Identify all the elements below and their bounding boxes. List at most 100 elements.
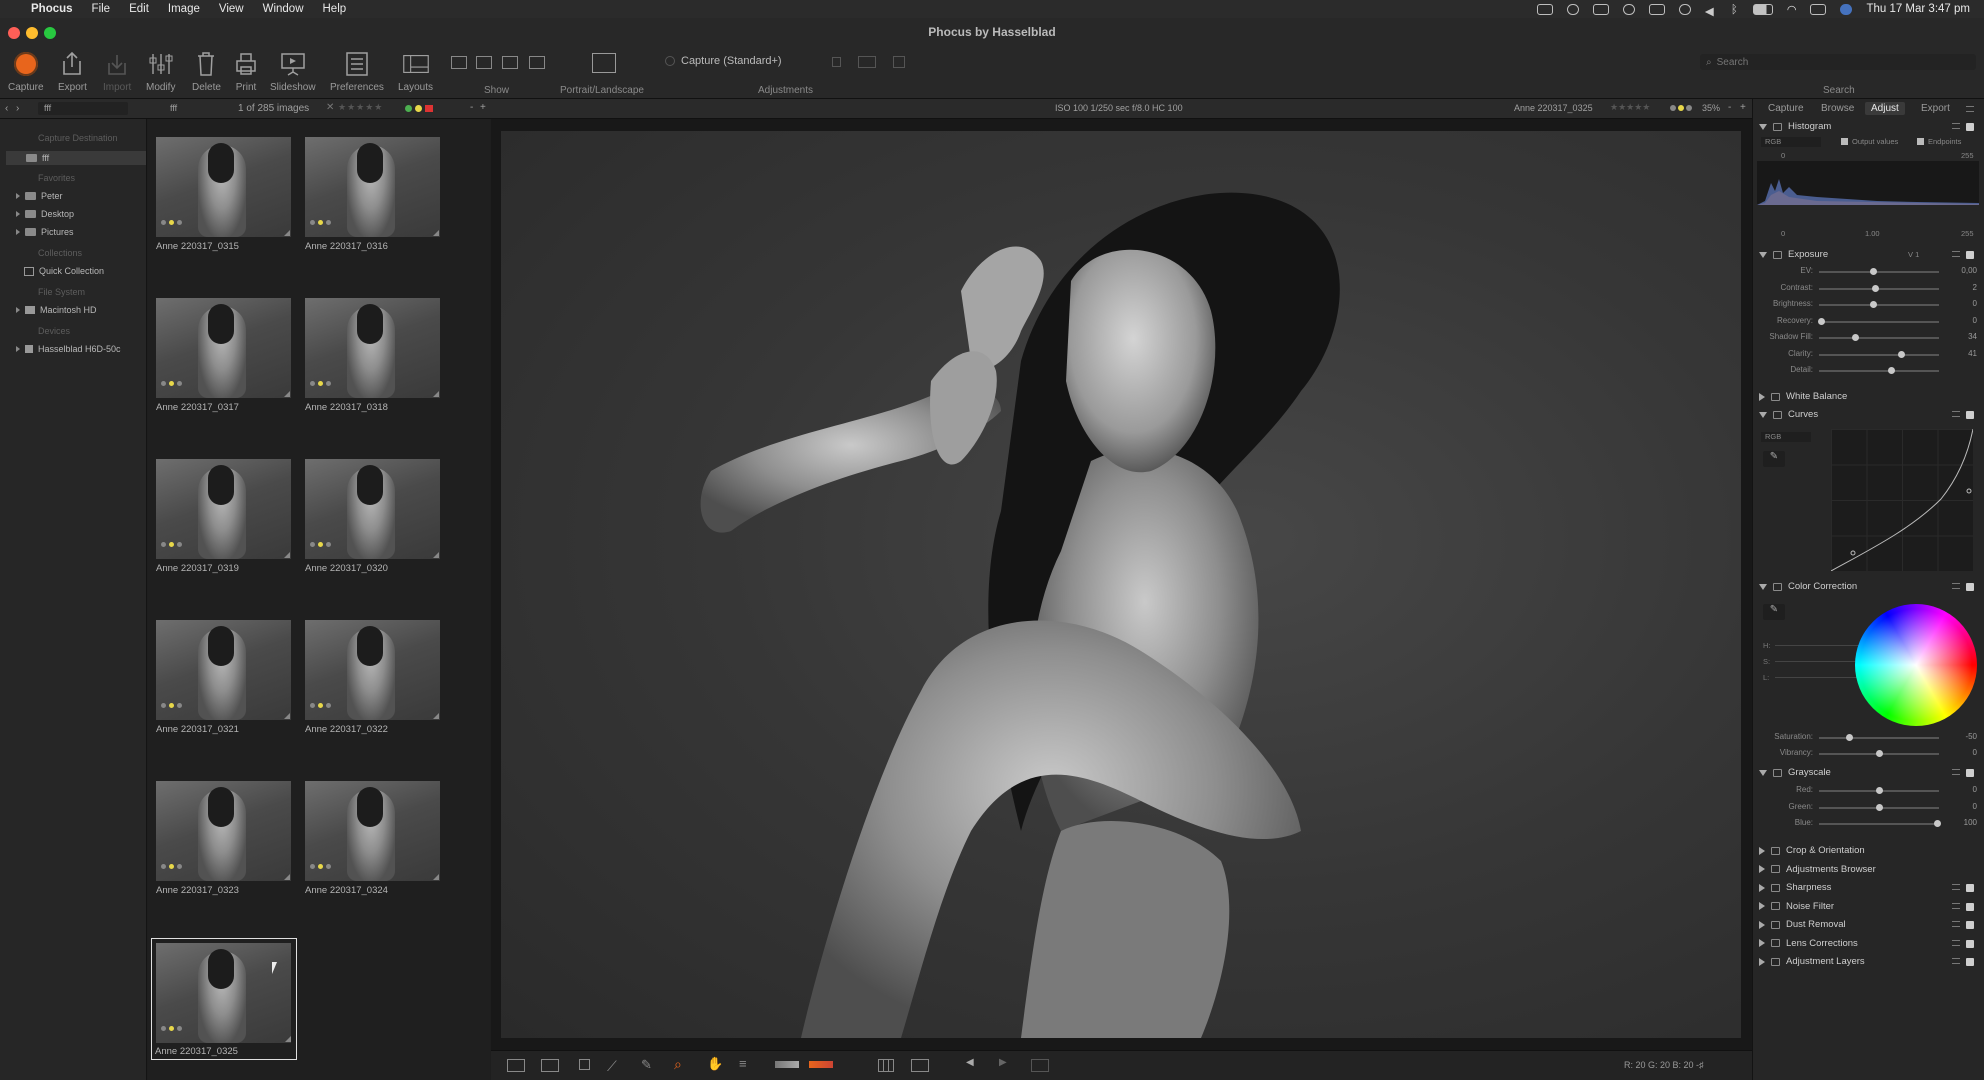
modify-button[interactable]: Modify [146,50,175,93]
calendar-status-icon[interactable] [1592,3,1609,15]
battery-icon[interactable] [1752,3,1773,15]
expand-icon[interactable] [1759,883,1765,892]
collapse-icon[interactable] [1759,769,1767,776]
collapse-icon[interactable] [1759,251,1767,258]
thumbnail[interactable]: Anne 220317_0317 [148,280,296,435]
siri-icon[interactable] [1840,3,1853,15]
section-enable-checkbox[interactable] [1966,769,1974,777]
preset-dropdown[interactable]: Capture (Standard+) [665,53,815,69]
color-wheel[interactable] [1855,604,1977,726]
loupe-tool-icon[interactable]: ⌕ [674,1056,682,1073]
print-button[interactable]: Print [233,50,259,93]
section-header-dust-removal[interactable]: Dust Removal [1759,919,1846,930]
show-view-icon-1[interactable] [451,56,467,69]
disclosure-icon[interactable] [16,346,20,352]
portrait-landscape-icon[interactable] [592,53,616,73]
grid-overlay-icon[interactable] [878,1059,894,1072]
endpoints-checkbox[interactable] [1917,138,1924,145]
volume-icon[interactable]: ◀ [1705,4,1717,18]
expand-icon[interactable] [1759,846,1765,855]
slider-knob[interactable] [1888,367,1895,374]
nav-forward-icon[interactable]: › [16,103,19,114]
histogram-header[interactable]: Histogram [1759,121,1831,132]
main-photo[interactable] [501,131,1741,1038]
collapse-icon[interactable] [1759,123,1767,130]
control-center-icon[interactable] [1810,3,1827,15]
slider-value[interactable]: -50 [1965,732,1977,741]
red-label-filter-icon[interactable] [425,105,433,112]
hsl-l-slider[interactable] [1775,677,1865,678]
next-image-icon[interactable]: ▶ [999,1057,1007,1068]
color-eyedropper-icon[interactable]: ✎ [1763,604,1785,620]
mask-overlay-icon[interactable] [911,1059,929,1072]
white-balance-header[interactable]: White Balance [1759,391,1847,402]
export-button[interactable]: Export [58,50,87,93]
section-menu-icon[interactable] [1952,939,1960,946]
slider-knob[interactable] [1876,787,1883,794]
slider-knob[interactable] [1870,301,1877,308]
hsl-s-slider[interactable] [1775,661,1865,662]
show-view-icon-2[interactable] [476,56,492,69]
slider-value[interactable]: 34 [1968,332,1977,341]
thumb-size-plus-icon[interactable]: + [480,102,486,113]
section-menu-icon[interactable] [1952,251,1960,257]
slider-track[interactable] [1819,370,1939,372]
thumbnail[interactable]: Anne 220317_0322 [297,602,445,757]
curves-channel-select[interactable]: RGB [1761,432,1811,442]
section-menu-icon[interactable] [1952,921,1960,927]
panel-menu-icon[interactable] [1966,106,1974,112]
section-menu-icon[interactable] [1952,958,1960,964]
viewer-yellow-dot-icon-2[interactable] [1678,105,1684,111]
disclosure-icon[interactable] [16,307,20,313]
disclosure-icon[interactable] [16,211,20,217]
single-view-icon[interactable] [507,1059,525,1072]
slider-knob[interactable] [1846,734,1853,741]
section-enable-checkbox[interactable] [1966,884,1974,892]
section-menu-icon[interactable] [1952,884,1960,890]
slider-value[interactable]: 0 [1973,785,1977,794]
slider-value[interactable]: 0 [1973,748,1977,757]
slider-value[interactable]: 41 [1968,349,1977,358]
menu-image[interactable]: Image [168,3,200,15]
slider-track[interactable] [1819,271,1939,273]
section-header-sharpness[interactable]: Sharpness [1759,882,1831,893]
section-enable-checkbox[interactable] [1966,123,1974,131]
thumbnail[interactable]: Anne 220317_0315 [148,119,296,274]
slider-knob[interactable] [1818,317,1826,325]
color-correction-header[interactable]: Color Correction [1759,581,1857,592]
section-enable-checkbox[interactable] [1966,583,1974,591]
time-machine-icon[interactable] [1678,3,1691,15]
sidebar-item-camera[interactable]: Hasselblad H6D-50c [16,344,121,354]
thumbnail[interactable]: Anne 220317_0318 [297,280,445,435]
viewer-rating[interactable]: ★★★★★ [1610,102,1650,113]
sidebar-item-desktop[interactable]: Desktop [16,209,74,219]
camera-status-icon[interactable] [1536,3,1553,15]
section-enable-checkbox[interactable] [1966,902,1974,911]
rating-filter[interactable]: ★★★★★ [338,102,383,113]
search-field[interactable]: ⌕ [1700,54,1976,70]
straighten-tool-icon[interactable]: ⟋ [607,1058,617,1075]
slider-knob[interactable] [1876,750,1883,757]
zoom-in-icon[interactable]: + [1740,102,1746,113]
section-header-lens-corrections[interactable]: Lens Corrections [1759,938,1858,949]
slider-knob[interactable] [1870,268,1877,275]
nav-back-icon[interactable]: ‹ [5,103,8,114]
slider-track[interactable] [1819,737,1939,739]
expand-icon[interactable] [1759,957,1765,966]
section-menu-icon[interactable] [1952,583,1960,589]
show-view-icon-4[interactable] [529,56,545,69]
sidebar-item-pictures[interactable]: Pictures [16,227,74,237]
slideshow-button[interactable]: Slideshow [270,50,316,93]
section-menu-icon[interactable] [1952,123,1960,129]
expand-icon[interactable] [1759,392,1765,401]
delete-button[interactable]: Delete [192,50,221,93]
menu-help[interactable]: Help [323,3,347,15]
thumbnail[interactable]: Anne 220317_0320 [297,441,445,596]
green-label-filter-icon[interactable] [405,105,412,112]
section-enable-checkbox[interactable] [1966,958,1974,966]
menu-tool-icon[interactable]: ≡ [739,1056,747,1071]
viewer-yellow-dot-icon[interactable] [1670,105,1676,111]
tab-browse[interactable]: Browse [1821,103,1854,114]
slider-knob[interactable] [1897,350,1905,358]
adjustment-lock-icon[interactable] [832,57,841,67]
